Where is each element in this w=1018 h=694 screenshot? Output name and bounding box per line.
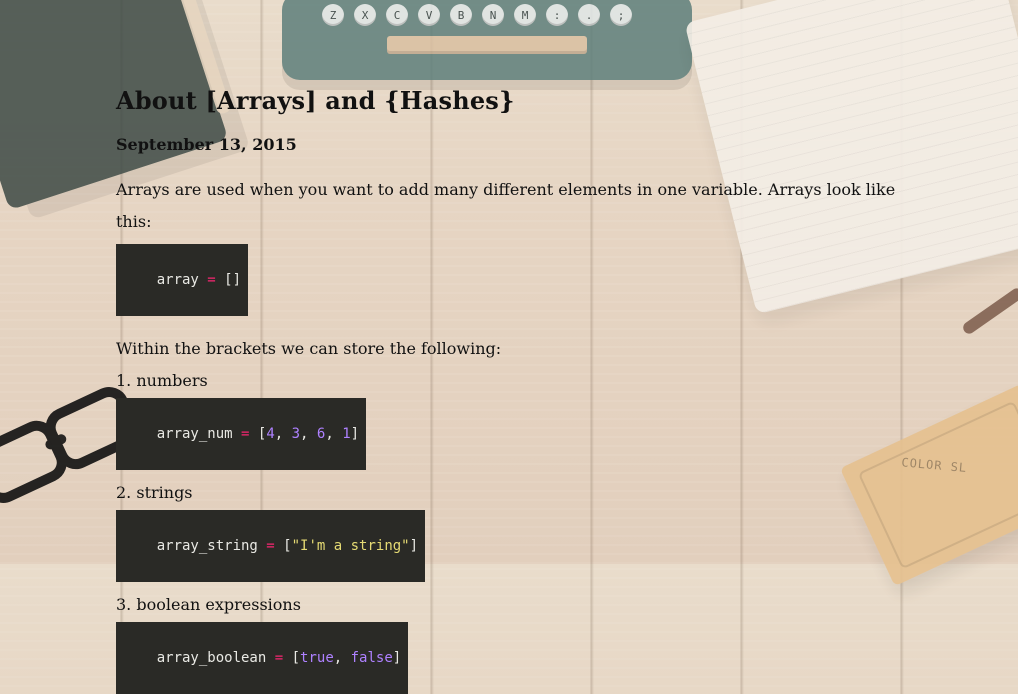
code-left: array bbox=[156, 272, 199, 288]
code-left: array_boolean bbox=[156, 650, 267, 666]
list-item: 2. strings bbox=[116, 483, 193, 502]
typewriter-key: V bbox=[418, 4, 440, 26]
typewriter-key: C bbox=[386, 4, 408, 26]
code-number: 4 bbox=[266, 426, 275, 442]
code-close-bracket: ] bbox=[409, 538, 419, 554]
intro-line-1: Arrays are used when you want to add man… bbox=[116, 180, 896, 199]
code-separator: , bbox=[325, 426, 343, 442]
code-operator: = bbox=[266, 650, 292, 666]
typewriter-key: ; bbox=[610, 4, 632, 26]
typewriter-key: : bbox=[546, 4, 568, 26]
code-number: 3 bbox=[291, 426, 301, 442]
background-pencil bbox=[960, 286, 1018, 336]
intro-line-2: this: bbox=[116, 212, 152, 231]
code-snippet-booleans: array_boolean = [true, false] bbox=[116, 622, 409, 694]
typewriter-key: Z bbox=[322, 4, 344, 26]
article: About [Arrays] and {Hashes} September 13… bbox=[116, 86, 936, 694]
code-open-bracket: [ bbox=[291, 650, 301, 666]
code-left: array_string bbox=[156, 538, 258, 554]
typewriter-keys: Z X C V B N M : . ; bbox=[322, 2, 652, 28]
typewriter-key: M bbox=[514, 4, 536, 26]
code-operator: = bbox=[257, 538, 284, 554]
list-item: 1. numbers bbox=[116, 371, 208, 390]
code-separator: , bbox=[274, 426, 292, 442]
intro-paragraph: Arrays are used when you want to add man… bbox=[116, 174, 916, 238]
glasses-bridge bbox=[43, 432, 68, 451]
code-snippet-numbers: array_num = [4, 3, 6, 1] bbox=[116, 398, 367, 470]
code-string: "I'm a string" bbox=[291, 538, 410, 554]
list-item: 3. boolean expressions bbox=[116, 595, 301, 614]
background-typewriter: Z X C V B N M : . ; bbox=[282, 0, 692, 80]
code-separator: , bbox=[300, 426, 317, 442]
code-boolean: false bbox=[350, 650, 393, 666]
code-number: 1 bbox=[342, 426, 351, 442]
page-title: About [Arrays] and {Hashes} bbox=[116, 86, 515, 115]
code-boolean: true bbox=[300, 650, 334, 666]
code-open-bracket: [ bbox=[283, 538, 292, 554]
typewriter-key: B bbox=[450, 4, 472, 26]
code-snippet-strings: array_string = ["I'm a string"] bbox=[116, 510, 426, 582]
code-right: [] bbox=[224, 272, 242, 288]
code-snippet-empty-array: array = [] bbox=[116, 244, 249, 316]
code-operator: = bbox=[198, 272, 225, 288]
typewriter-key: . bbox=[578, 4, 600, 26]
code-left: array_num bbox=[156, 426, 233, 442]
post-date: September 13, 2015 bbox=[116, 135, 297, 154]
code-operator: = bbox=[232, 426, 258, 442]
code-separator: , bbox=[333, 650, 351, 666]
within-brackets-text: Within the brackets we can store the fol… bbox=[116, 339, 502, 358]
typewriter-key: N bbox=[482, 4, 504, 26]
code-close-bracket: ] bbox=[350, 426, 360, 442]
glasses-lens-left bbox=[0, 414, 74, 510]
code-close-bracket: ] bbox=[392, 650, 402, 666]
typewriter-key: X bbox=[354, 4, 376, 26]
typewriter-spacebar bbox=[387, 36, 587, 54]
